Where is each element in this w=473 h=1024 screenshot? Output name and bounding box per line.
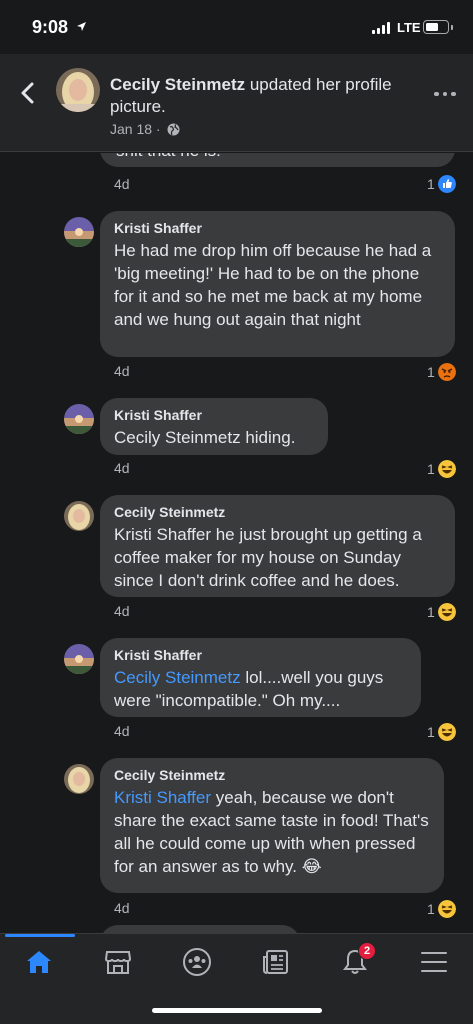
hamburger-menu-icon	[421, 952, 447, 972]
comment-bubble[interactable]: Kristi Shaffer Cecily Steinmetz hiding.	[100, 398, 328, 455]
status-bar: 9:08 LTE	[0, 0, 473, 54]
haha-reaction-icon	[437, 460, 456, 478]
reaction-summary[interactable]: 1	[427, 723, 456, 741]
home-icon	[27, 951, 51, 973]
tab-groups[interactable]	[158, 934, 236, 990]
comment-author[interactable]: Kristi Shaffer	[114, 406, 314, 424]
marketplace-icon	[104, 951, 132, 974]
comment-author[interactable]: Cecily Steinmetz	[114, 503, 441, 521]
comment-time: 4d	[114, 460, 130, 476]
comment-bubble[interactable]: Kristi Shaffer Cecily Steinmetz lol....w…	[100, 638, 421, 717]
location-arrow-icon	[77, 22, 86, 31]
status-time: 9:08	[32, 17, 69, 37]
reaction-summary[interactable]: 1	[427, 460, 456, 478]
reaction-summary[interactable]: 1	[427, 363, 456, 381]
tab-menu[interactable]	[395, 934, 473, 990]
home-indicator[interactable]	[152, 1008, 322, 1013]
reaction-summary[interactable]: 1	[427, 900, 456, 918]
back-button[interactable]	[16, 78, 40, 108]
comment-partial	[100, 925, 300, 933]
comment-bubble[interactable]: Kristi Shaffer He had me drop him off be…	[100, 211, 455, 357]
reaction-count: 1	[427, 176, 435, 192]
cellular-signal-icon	[372, 22, 390, 34]
commenter-avatar[interactable]	[64, 644, 94, 674]
post-date: Jan 18 ·	[110, 121, 161, 137]
comment-time: 4d	[114, 900, 130, 916]
comment-bubble[interactable]: Cecily Steinmetz Kristi Shaffer he just …	[100, 495, 455, 597]
comment-mention[interactable]: Cecily Steinmetz	[114, 668, 241, 687]
comment-time: 4d	[114, 176, 130, 192]
post-date-row: Jan 18 ·	[110, 121, 180, 137]
angry-reaction-icon	[437, 363, 456, 381]
comment-author[interactable]: Kristi Shaffer	[114, 219, 441, 237]
commenter-avatar[interactable]	[64, 404, 94, 434]
reaction-summary[interactable]: 1	[427, 175, 456, 193]
post-header: Cecily Steinmetz updated her profile pic…	[0, 54, 473, 152]
notification-badge: 2	[358, 942, 376, 960]
comment-text: shit that he is!	[116, 153, 221, 161]
haha-reaction-icon	[437, 723, 456, 741]
reaction-count: 1	[427, 604, 435, 620]
tab-news[interactable]	[237, 934, 315, 990]
tab-home[interactable]	[0, 934, 78, 990]
comment-time: 4d	[114, 723, 130, 739]
comment-text: Cecily Steinmetz hiding.	[114, 428, 296, 447]
comment-list: shit that he is! 4d 1 Kristi Shaffer He …	[0, 153, 473, 933]
comment-text: Cecily Steinmetz lol....well you guys we…	[114, 666, 407, 712]
comment-text: He had me drop him off because he had a …	[114, 241, 432, 329]
comment-time: 4d	[114, 363, 130, 379]
author-name[interactable]: Cecily Steinmetz	[110, 75, 245, 94]
active-tab-indicator	[5, 934, 75, 937]
post-title: Cecily Steinmetz updated her profile pic…	[110, 74, 420, 118]
author-avatar[interactable]	[56, 68, 100, 112]
globe-icon	[167, 123, 180, 135]
reaction-count: 1	[427, 724, 435, 740]
comment-author[interactable]: Cecily Steinmetz	[114, 766, 430, 784]
reaction-count: 1	[427, 364, 435, 380]
more-options-button[interactable]	[434, 89, 458, 99]
tab-notifications[interactable]: 2	[316, 934, 394, 990]
commenter-avatar[interactable]	[64, 501, 94, 531]
comment-bubble[interactable]: Cecily Steinmetz Kristi Shaffer yeah, be…	[100, 758, 444, 893]
reaction-summary[interactable]: 1	[427, 603, 456, 621]
comment-author[interactable]: Kristi Shaffer	[114, 646, 407, 664]
reaction-count: 1	[427, 461, 435, 477]
groups-icon	[183, 948, 211, 976]
comment-mention[interactable]: Kristi Shaffer	[114, 788, 211, 807]
haha-reaction-icon	[437, 603, 456, 621]
battery-icon	[423, 20, 453, 34]
news-icon	[263, 950, 288, 974]
haha-reaction-icon	[437, 900, 456, 918]
comment-time: 4d	[114, 603, 130, 619]
comment-bubble-partial[interactable]: shit that he is!	[100, 153, 455, 167]
tab-marketplace[interactable]	[79, 934, 157, 990]
comment-text: Kristi Shaffer he just brought up gettin…	[114, 525, 422, 590]
comment-text: Kristi Shaffer yeah, because we don't sh…	[114, 786, 430, 878]
like-reaction-icon	[437, 175, 456, 193]
commenter-avatar[interactable]	[64, 764, 94, 794]
commenter-avatar[interactable]	[64, 217, 94, 247]
reaction-count: 1	[427, 901, 435, 917]
network-type: LTE	[397, 20, 421, 35]
